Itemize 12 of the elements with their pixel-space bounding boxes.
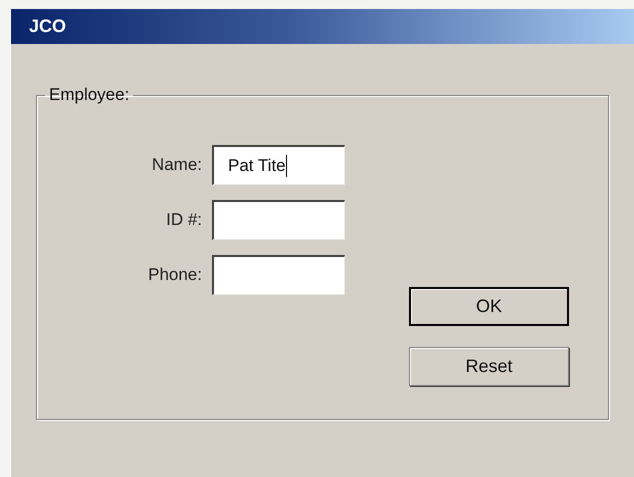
text-caret [286, 154, 287, 176]
ok-button[interactable]: OK [409, 287, 569, 326]
window-title: JCO [29, 16, 66, 37]
reset-button[interactable]: Reset [409, 347, 569, 386]
field-label: Name: [150, 155, 202, 175]
field-label: ID #: [165, 210, 202, 230]
input-field[interactable]: Pat Tite [212, 145, 345, 185]
group-label: Employee: [48, 85, 130, 105]
field-value: Pat Tite [228, 156, 286, 176]
input-field[interactable] [212, 255, 345, 295]
input-field[interactable] [212, 200, 345, 240]
field-label: Phone: [147, 265, 202, 285]
